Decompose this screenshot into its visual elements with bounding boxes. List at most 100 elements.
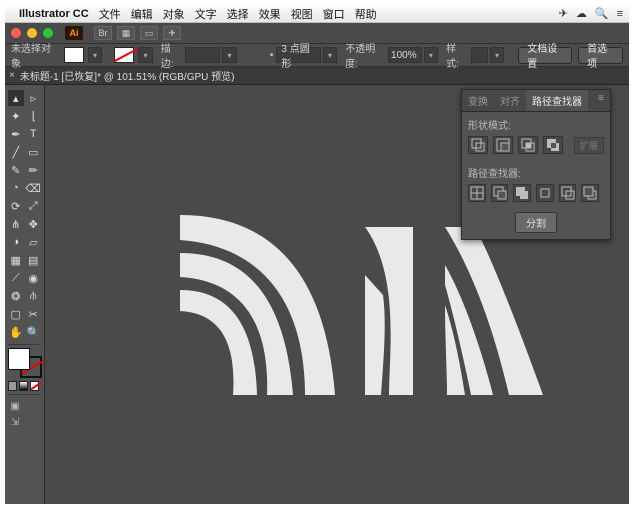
tab-transform[interactable]: 变换 [462,90,494,111]
blend-tool[interactable]: ◉ [26,270,42,286]
style-label: 样式: [446,40,466,70]
opacity-input[interactable]: 100% [388,47,422,63]
free-transform-tool[interactable]: ✥ [26,216,42,232]
zoom-tool[interactable]: 🔍 [26,324,42,340]
grid-button[interactable]: ▦ [117,26,135,40]
control-bar: 未选择对象 ▾ ▾ 描边: ▾ • 3 点圆形 ▾ 不透明度: 100% ▾ 样… [5,43,629,67]
fill-swatch[interactable] [64,47,84,63]
cloud-icon[interactable]: ☁ [576,7,587,20]
brush-select[interactable]: 3 点圆形 [276,47,320,63]
brush-dd[interactable]: ▾ [323,47,338,63]
unite-button[interactable] [468,136,488,154]
pencil-tool[interactable]: ✏ [26,162,42,178]
style-dd[interactable]: ▾ [490,47,505,63]
preferences-button[interactable]: 首选项 [578,47,623,64]
stroke-weight-dd[interactable]: ▾ [222,47,237,63]
document-setup-button[interactable]: 文档设置 [518,47,572,64]
close-icon[interactable] [11,28,21,38]
none-mode[interactable] [30,381,39,391]
minimize-icon[interactable] [27,28,37,38]
tools-panel: ▴▹ ✦ɭ ✒T ╱▭ ✎✏ ◔⌫ ⟳⤢ ⋔✥ ◑▱ ▦▤ ⟋◉ ❂⫛ ▢✂ ✋… [5,85,45,504]
artboard-tool[interactable]: ▢ [8,306,24,322]
menu-type[interactable]: 文字 [195,6,217,22]
fill-stroke-control[interactable] [8,348,42,378]
opacity-dd[interactable]: ▾ [424,47,439,63]
tab-pathfinder[interactable]: 路径查找器 [526,90,588,111]
trim-button[interactable] [491,184,509,202]
shape-modes-label: 形状模式: [462,112,610,134]
shape-builder-tool[interactable]: ◑ [8,234,24,250]
mesh-tool[interactable]: ▦ [8,252,24,268]
menu-file[interactable]: 文件 [99,6,121,22]
screen-mode[interactable]: ▣ [8,400,22,412]
stroke-dropdown[interactable]: ▾ [138,47,153,63]
lasso-tool[interactable]: ɭ [26,108,42,124]
rectangle-tool[interactable]: ▭ [26,144,42,160]
width-tool[interactable]: ⋔ [8,216,24,232]
hand-tool[interactable]: ✋ [8,324,24,340]
type-tool[interactable]: T [26,126,42,142]
expand-button: 扩展 [574,137,604,154]
plane-icon[interactable]: ✈ [559,7,568,20]
pen-tool[interactable]: ✒ [8,126,24,142]
graph-tool[interactable]: ⫛ [26,288,42,304]
plane-button[interactable]: ✈ [163,26,181,40]
exclude-button[interactable] [543,136,563,154]
panel-menu-icon[interactable]: ≡ [592,90,610,111]
perspective-tool[interactable]: ▱ [26,234,42,250]
pathfinder-panel: 变换 对齐 路径查找器 ≡ 形状模式: 扩展 路径查找器: [461,89,611,240]
tab-align[interactable]: 对齐 [494,90,526,111]
gradient-tool[interactable]: ▤ [26,252,42,268]
split-button[interactable]: 分割 [515,212,557,233]
line-tool[interactable]: ╱ [8,144,24,160]
document-tab[interactable]: 未标题-1 [已恢复]* @ 101.51% (RGB/GPU 预览) [20,68,235,83]
stroke-label: 描边: [161,40,181,70]
stroke-swatch[interactable] [114,47,134,63]
color-mode[interactable] [8,381,17,391]
zoom-icon[interactable] [43,28,53,38]
menu-select[interactable]: 选择 [227,6,249,22]
outline-button[interactable] [559,184,577,202]
bridge-button[interactable]: Br [94,26,112,40]
paintbrush-tool[interactable]: ✎ [8,162,24,178]
mac-menubar: Illustrator CC 文件 编辑 对象 文字 选择 效果 视图 窗口 帮… [5,5,629,23]
menu-help[interactable]: 帮助 [355,6,377,22]
menu-icon[interactable]: ≡ [617,8,623,20]
opacity-label: 不透明度: [345,40,383,70]
edit-mode[interactable]: ⇲ [8,416,22,428]
slice-tool[interactable]: ✂ [26,306,42,322]
scale-tool[interactable]: ⤢ [26,198,42,214]
menu-edit[interactable]: 编辑 [131,6,153,22]
app-name[interactable]: Illustrator CC [19,8,89,20]
menu-view[interactable]: 视图 [291,6,313,22]
fill-box[interactable] [8,348,30,370]
pathfinders-label: 路径查找器: [462,160,610,182]
minus-front-button[interactable] [493,136,513,154]
symbol-sprayer-tool[interactable]: ❂ [8,288,24,304]
ai-logo-icon: Ai [65,26,83,40]
eyedropper-tool[interactable]: ⟋ [8,270,24,286]
canvas[interactable]: 变换 对齐 路径查找器 ≡ 形状模式: 扩展 路径查找器: [45,85,629,504]
magic-wand-tool[interactable]: ✦ [8,108,24,124]
arrange-button[interactable]: ▭ [140,26,158,40]
search-icon[interactable]: 🔍 [595,7,609,20]
blob-brush-tool[interactable]: ◔ [8,180,23,196]
minus-back-button[interactable] [581,184,599,202]
selection-tool[interactable]: ▴ [8,90,24,106]
tab-close-icon[interactable]: × [9,70,15,81]
divide-button[interactable] [468,184,486,202]
selection-status: 未选择对象 [11,40,56,70]
fill-dropdown[interactable]: ▾ [88,47,103,63]
intersect-button[interactable] [518,136,538,154]
merge-button[interactable] [513,184,531,202]
crop-button[interactable] [536,184,554,202]
menu-window[interactable]: 窗口 [323,6,345,22]
menu-effect[interactable]: 效果 [259,6,281,22]
rotate-tool[interactable]: ⟳ [8,198,24,214]
direct-selection-tool[interactable]: ▹ [26,90,42,106]
menu-object[interactable]: 对象 [163,6,185,22]
stroke-weight-input[interactable] [185,47,220,63]
eraser-tool[interactable]: ⌫ [25,180,41,196]
gradient-mode[interactable] [19,381,28,391]
style-select[interactable] [471,47,488,63]
